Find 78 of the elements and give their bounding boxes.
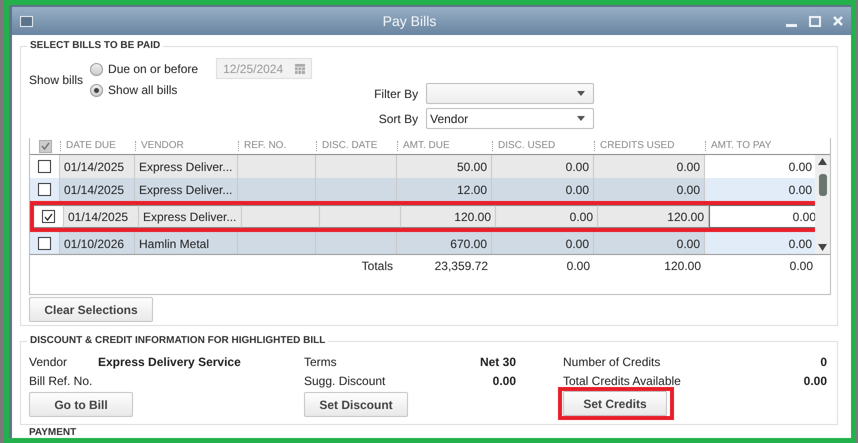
column-header[interactable]: DISC. DATE	[316, 141, 397, 151]
scroll-down-icon[interactable]	[818, 244, 828, 251]
table-cell: 0.00	[676, 236, 700, 250]
table-cell: 0.00	[566, 236, 589, 250]
table-cell: 0.00	[788, 236, 812, 250]
scrollbar[interactable]	[815, 155, 830, 254]
table-cell: 0.00	[676, 182, 700, 196]
table-row[interactable]: 01/14/2025 Express Deliver... 50.00 0.00 0.00 0.00	[30, 155, 816, 178]
table-row[interactable]: 01/10/2026 Hamlin Metal 670.00 0.00 0.00 0.00	[30, 232, 816, 254]
table-cell: 0.00	[570, 210, 593, 224]
clear-selections-button[interactable]: Clear Selections	[29, 297, 153, 322]
total-value: 120.00	[664, 259, 701, 273]
table-cell: Express Deliver...	[143, 210, 236, 224]
section-title: PAYMENT	[29, 428, 78, 438]
field-label: Total Credits Available	[563, 374, 681, 388]
field-label: Sort By	[378, 112, 418, 126]
row-checkbox[interactable]	[38, 237, 51, 250]
total-value: 23,359.72	[434, 259, 488, 273]
table-cell: 120.00	[667, 210, 704, 224]
field-value: 0.00	[492, 374, 516, 388]
window-title: Pay Bills	[382, 13, 438, 29]
table-cell: 0.00	[676, 160, 700, 174]
maximize-icon[interactable]	[809, 16, 821, 26]
row-checkbox[interactable]	[38, 183, 51, 196]
column-header[interactable]: DATE DUE	[60, 141, 135, 151]
action-button[interactable]: Go to Bill	[29, 392, 133, 417]
table-cell: Express Deliver...	[139, 182, 232, 196]
check-icon	[40, 142, 50, 150]
field-value: 0	[819, 354, 827, 368]
table-cell: 0.00	[566, 182, 589, 196]
check-icon	[44, 212, 53, 220]
field-value: 0.00	[802, 374, 827, 388]
table-row[interactable]: 01/14/2025 Express Deliver... 12.00 0.00 0.00 0.00	[30, 178, 816, 201]
table-cell: 0.00	[788, 160, 812, 174]
column-header[interactable]: AMT. TO PAY	[705, 141, 817, 151]
column-header[interactable]: VENDOR	[135, 141, 238, 151]
caret-icon[interactable]	[577, 91, 586, 96]
column-header[interactable]: REF. NO.	[238, 141, 316, 151]
table-cell: 01/14/2025	[68, 210, 128, 224]
field-label: Bill Ref. No.	[29, 374, 94, 388]
radio-option[interactable]: Due on or before	[90, 62, 198, 76]
field-label: Show bills	[29, 72, 84, 86]
action-button[interactable]: Set Discount	[304, 392, 408, 417]
row-checkbox[interactable]	[42, 210, 55, 223]
close-icon[interactable]	[833, 16, 843, 26]
caret-icon[interactable]	[577, 116, 586, 121]
table-cell: 50.00	[456, 160, 487, 174]
row-checkbox[interactable]	[38, 160, 51, 173]
select-all-checkbox[interactable]	[38, 140, 52, 152]
table-cell: 01/14/2025	[64, 182, 124, 196]
field-label: Filter By	[374, 86, 418, 100]
table-cell: 01/10/2026	[64, 236, 124, 250]
table-cell: Express Deliver...	[139, 160, 232, 174]
totals-label: Totals	[362, 259, 393, 273]
window-menu-icon[interactable]	[20, 16, 33, 26]
scroll-up-icon[interactable]	[818, 158, 828, 165]
field-value: Net 30	[478, 354, 516, 368]
total-value: 0.00	[790, 259, 813, 273]
column-header[interactable]: AMT. DUE	[397, 141, 492, 151]
field-label: Vendor	[29, 354, 68, 368]
scroll-thumb[interactable]	[818, 174, 827, 196]
radio-option[interactable]: Show all bills	[90, 83, 198, 97]
column-header[interactable]: DISC. USED	[492, 141, 594, 151]
field-label: Number of Credits	[563, 354, 660, 368]
field-label: Sugg. Discount	[304, 374, 386, 388]
table-cell: 01/14/2025	[64, 160, 124, 174]
table-cell: 120.00	[454, 210, 491, 224]
field-value: Express Delivery Service	[98, 354, 242, 368]
table-cell: 670.00	[450, 236, 487, 250]
column-header[interactable]: CREDITS USED	[594, 141, 705, 151]
total-value: 0.00	[566, 259, 590, 273]
table-cell: 0.00	[566, 160, 589, 174]
table-cell: 0.00	[788, 182, 812, 196]
field-label: Terms	[304, 354, 337, 368]
table-cell: Hamlin Metal	[139, 236, 210, 250]
action-button[interactable]: Set Credits	[563, 391, 667, 416]
sort-dropdown[interactable]: Vendor	[426, 108, 594, 129]
table-cell: 12.00	[456, 182, 487, 196]
